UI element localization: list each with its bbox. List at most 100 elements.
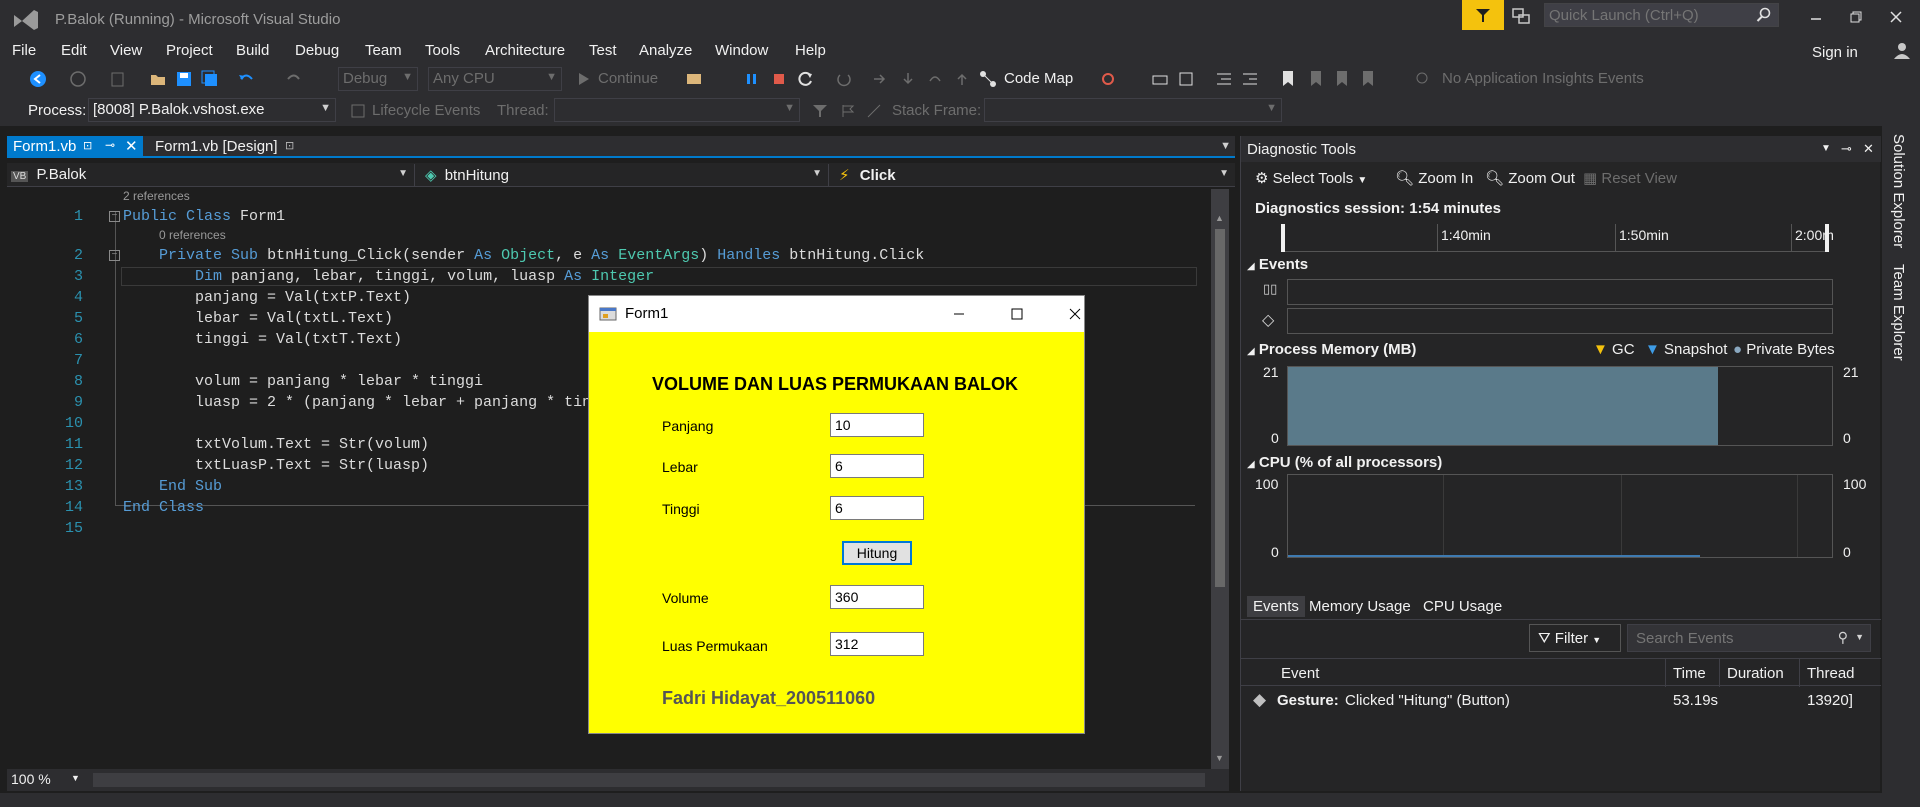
process-memory-graph[interactable] bbox=[1287, 366, 1833, 446]
search-icon[interactable] bbox=[1756, 7, 1772, 23]
menu-test[interactable]: Test bbox=[589, 42, 617, 59]
bookmark-icon[interactable] bbox=[1278, 69, 1298, 89]
zoom-in-button[interactable]: 🔍︎ Zoom In bbox=[1395, 169, 1473, 187]
flag-threads-icon[interactable] bbox=[838, 101, 858, 121]
menu-window[interactable]: Window bbox=[715, 42, 768, 59]
continue-button[interactable]: Continue bbox=[598, 70, 658, 87]
notification-flag-icon[interactable] bbox=[1462, 0, 1504, 30]
account-icon[interactable] bbox=[1891, 39, 1913, 61]
tab-form1-design[interactable]: Form1.vb [Design] ⊡ bbox=[149, 136, 319, 158]
hitung-button[interactable]: Hitung bbox=[842, 541, 912, 565]
platform-combo[interactable]: Any CPU ▼ bbox=[428, 67, 562, 91]
codelens-references[interactable]: 0 references bbox=[159, 228, 226, 242]
object-combo[interactable]: ◈ btnHitung ▼ bbox=[421, 164, 829, 186]
show-threads-icon[interactable] bbox=[864, 101, 884, 121]
filter-threads-icon[interactable] bbox=[810, 101, 830, 121]
code-map-button[interactable]: Code Map bbox=[1004, 70, 1073, 87]
menu-help[interactable]: Help bbox=[795, 42, 826, 59]
feedback-icon[interactable] bbox=[1510, 5, 1532, 27]
restore-button[interactable] bbox=[1836, 4, 1876, 30]
menu-debug[interactable]: Debug bbox=[295, 42, 339, 59]
codelens-references[interactable]: 2 references bbox=[123, 189, 190, 203]
panjang-input[interactable] bbox=[830, 413, 924, 437]
timeline-left-handle[interactable] bbox=[1281, 224, 1285, 252]
menu-tools[interactable]: Tools bbox=[425, 42, 460, 59]
filter-button[interactable]: ⛛ Filter ▼ bbox=[1529, 624, 1621, 652]
save-all-icon[interactable] bbox=[200, 69, 220, 89]
prev-bookmark-icon[interactable] bbox=[1306, 69, 1326, 89]
events-intellitrace-track[interactable] bbox=[1287, 308, 1833, 334]
step-into-icon[interactable] bbox=[898, 69, 918, 89]
search-icon[interactable]: ⚲ bbox=[1838, 629, 1848, 646]
breakpoints-icon[interactable] bbox=[1098, 69, 1118, 89]
outdent-icon[interactable] bbox=[1214, 69, 1234, 89]
tab-team-explorer[interactable]: Team Explorer bbox=[1890, 264, 1907, 361]
volume-output[interactable] bbox=[830, 585, 924, 609]
collapse-icon[interactable]: − bbox=[109, 211, 120, 222]
form1-maximize-button[interactable] bbox=[993, 300, 1041, 328]
timeline-right-handle[interactable] bbox=[1825, 224, 1829, 252]
tinggi-input[interactable] bbox=[830, 496, 924, 520]
timeline-ruler[interactable]: 1:40min 1:50min 2:00m bbox=[1281, 224, 1834, 252]
reset-view-button[interactable]: ▦ Reset View bbox=[1583, 169, 1677, 187]
lifecycle-events-button[interactable]: Lifecycle Events bbox=[372, 102, 480, 119]
next-bookmark-icon[interactable] bbox=[1332, 69, 1352, 89]
pin-icon[interactable]: ⊡ bbox=[83, 139, 92, 152]
pin-icon[interactable]: ⊸ bbox=[1841, 141, 1852, 157]
events-section-title[interactable]: ◢ Events bbox=[1247, 256, 1308, 273]
sign-in-link[interactable]: Sign in bbox=[1812, 44, 1858, 61]
application-insights-icon[interactable] bbox=[1412, 69, 1432, 89]
menu-file[interactable]: File bbox=[12, 42, 36, 59]
back-icon[interactable] bbox=[28, 69, 48, 89]
clear-bookmarks-icon[interactable] bbox=[1358, 69, 1378, 89]
column-duration[interactable]: Duration bbox=[1727, 665, 1784, 682]
search-events-input[interactable] bbox=[1628, 625, 1828, 651]
luas-permukaan-output[interactable] bbox=[830, 632, 924, 656]
continue-icon[interactable] bbox=[574, 69, 594, 89]
indent-icon[interactable] bbox=[1240, 69, 1260, 89]
open-folder-icon[interactable] bbox=[148, 69, 168, 89]
quick-launch-input[interactable] bbox=[1545, 4, 1745, 26]
lifecycle-events-icon[interactable] bbox=[348, 101, 368, 121]
application-insights-status[interactable]: No Application Insights Events bbox=[1442, 70, 1644, 87]
toolbar-icon-b[interactable] bbox=[1176, 69, 1196, 89]
project-combo[interactable]: VB P.Balok ▼ bbox=[7, 164, 415, 186]
lebar-input[interactable] bbox=[830, 454, 924, 478]
form1-minimize-button[interactable] bbox=[935, 300, 983, 328]
tab-events[interactable]: Events bbox=[1247, 596, 1305, 617]
events-break-track[interactable] bbox=[1287, 279, 1833, 305]
chevron-down-icon[interactable]: ▼ bbox=[1855, 632, 1864, 642]
menu-team[interactable]: Team bbox=[365, 42, 402, 59]
tab-solution-explorer[interactable]: Solution Explorer bbox=[1890, 134, 1907, 248]
form1-close-button[interactable] bbox=[1051, 300, 1099, 328]
panel-menu-icon[interactable]: ▼ bbox=[1821, 143, 1831, 154]
process-combo[interactable]: [8008] P.Balok.vshost.exe ▼ bbox=[88, 98, 336, 122]
step-out-icon[interactable] bbox=[952, 69, 972, 89]
step-over-icon[interactable] bbox=[925, 69, 945, 89]
undo-icon[interactable] bbox=[236, 69, 256, 89]
tab-overflow-icon[interactable]: ▼ bbox=[1220, 140, 1231, 152]
minimize-button[interactable] bbox=[1796, 4, 1836, 30]
code-map-icon[interactable] bbox=[978, 69, 998, 89]
event-combo[interactable]: ⚡ Click ▼ bbox=[835, 164, 1235, 186]
configuration-combo[interactable]: Debug ▼ bbox=[338, 67, 418, 91]
menu-view[interactable]: View bbox=[110, 42, 142, 59]
tab-form1-vb[interactable]: Form1.vb ⊡ ⊸ ✕ bbox=[7, 136, 143, 158]
show-next-statement-icon[interactable] bbox=[870, 69, 890, 89]
restart-icon[interactable] bbox=[796, 69, 816, 89]
zoom-out-button[interactable]: 🔍︎ Zoom Out bbox=[1485, 169, 1575, 187]
column-event[interactable]: Event bbox=[1281, 665, 1319, 682]
stack-frame-combo[interactable]: ▼ bbox=[984, 98, 1282, 122]
menu-analyze[interactable]: Analyze bbox=[639, 42, 692, 59]
scrollbar-thumb[interactable] bbox=[1215, 229, 1225, 587]
new-project-icon[interactable] bbox=[108, 69, 128, 89]
tab-cpu-usage[interactable]: CPU Usage bbox=[1417, 596, 1508, 617]
memory-section-title[interactable]: ◢ Process Memory (MB) bbox=[1247, 341, 1416, 358]
forward-icon[interactable] bbox=[68, 69, 88, 89]
cpu-usage-graph[interactable] bbox=[1287, 474, 1833, 558]
cpu-section-title[interactable]: ◢ CPU (% of all processors) bbox=[1247, 454, 1442, 471]
select-tools-button[interactable]: ⚙ Select Tools ▼ bbox=[1255, 169, 1367, 187]
pin-tab-icon[interactable]: ⊸ bbox=[105, 138, 115, 152]
editor-horizontal-scrollbar[interactable] bbox=[93, 773, 1205, 787]
hot-reload-icon[interactable] bbox=[834, 69, 854, 89]
